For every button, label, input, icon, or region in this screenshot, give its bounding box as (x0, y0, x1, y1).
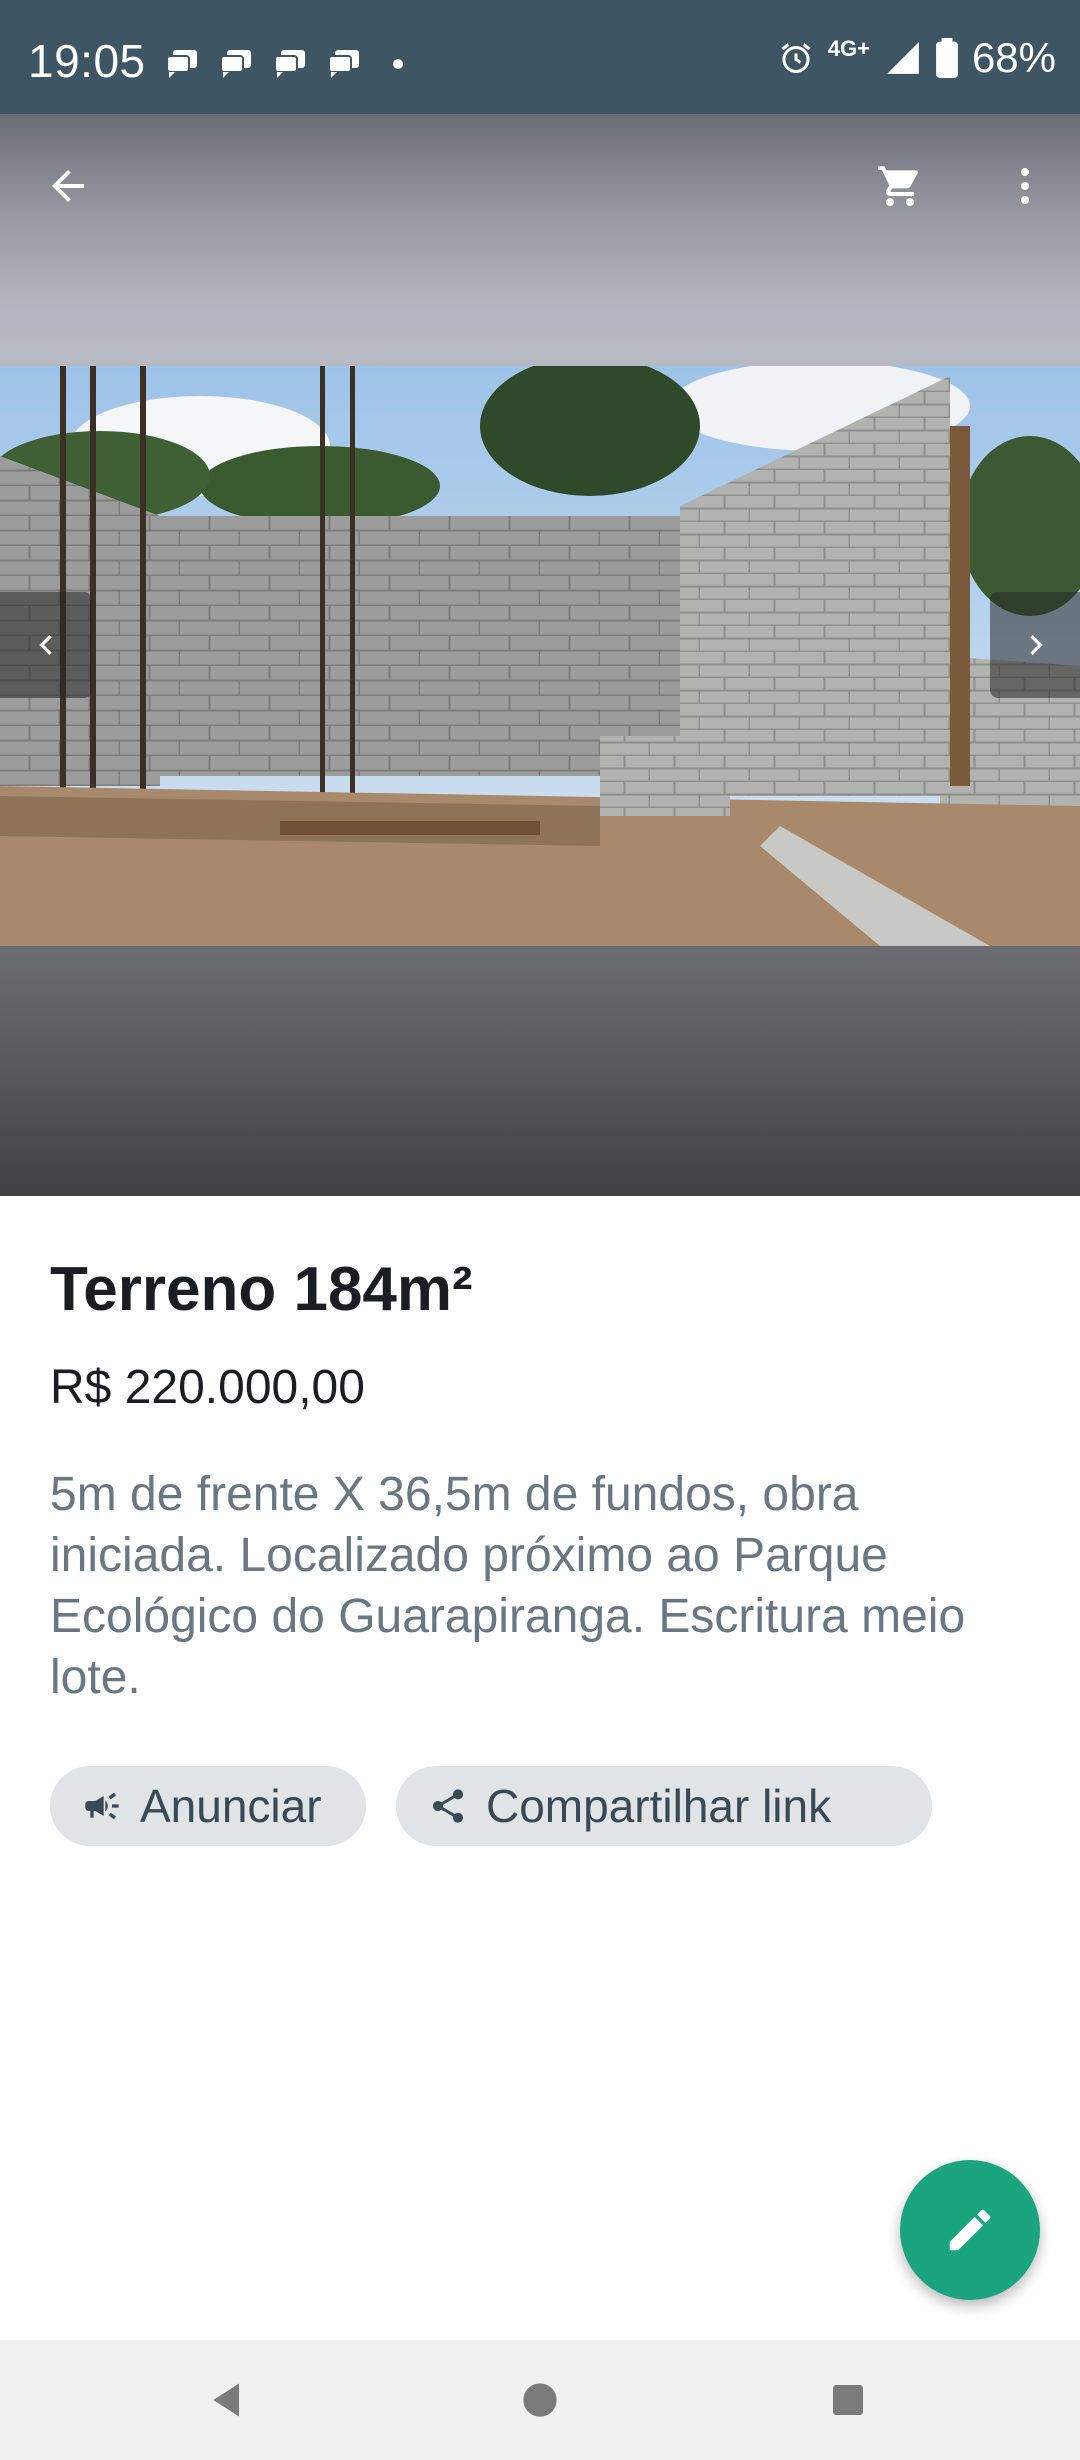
chevron-left-icon (39, 635, 52, 655)
message-notification-icon (274, 50, 305, 78)
share-link-button[interactable]: Compartilhar link (396, 1766, 932, 1846)
back-arrow-icon (52, 170, 84, 202)
notification-icons (165, 50, 403, 78)
square-recents-icon (833, 2385, 863, 2415)
battery-icon (936, 38, 958, 78)
more-notifications-dot (393, 59, 403, 69)
signal-icon (887, 42, 919, 74)
status-time: 19:05 (28, 35, 146, 87)
system-recents-button[interactable] (818, 2370, 878, 2430)
edit-pencil-icon (949, 2209, 991, 2251)
system-navigation-bar (0, 2340, 1080, 2460)
gallery-next-button[interactable] (990, 592, 1080, 698)
listing-title: Terreno 184m² (50, 1255, 473, 1324)
listing-price: R$ 220.000,00 (50, 1361, 365, 1414)
gallery-prev-button[interactable] (0, 592, 92, 698)
share-link-label: Compartilhar link (486, 1780, 832, 1832)
more-options-button[interactable] (985, 146, 1065, 226)
advertise-button[interactable]: Anunciar (50, 1766, 366, 1846)
status-indicators: 4G+ 68% (778, 34, 1056, 82)
shopping-cart-icon (878, 166, 918, 206)
chevron-right-icon (1030, 635, 1043, 655)
edit-fab[interactable] (900, 2160, 1040, 2300)
back-button[interactable] (28, 146, 108, 226)
advertise-label: Anunciar (140, 1780, 322, 1832)
system-home-button[interactable] (510, 2370, 570, 2430)
cart-button[interactable] (860, 146, 940, 226)
megaphone-icon (85, 1792, 119, 1820)
more-vert-icon (1021, 168, 1029, 204)
alarm-icon (781, 43, 811, 73)
listing-description: 5m de frente X 36,5m de fundos, obra ini… (50, 1468, 966, 1704)
share-icon (433, 1789, 463, 1823)
listing-photo[interactable] (0, 366, 1080, 946)
status-bar: 19:05 4G+ 68% (0, 0, 1080, 114)
battery-percentage: 68% (971, 34, 1056, 81)
network-type: 4G+ (827, 36, 870, 61)
message-notification-icon (220, 50, 251, 78)
image-gallery[interactable] (0, 114, 1080, 1196)
system-back-button[interactable] (198, 2370, 258, 2430)
circle-home-icon (523, 2383, 557, 2417)
triangle-back-icon (213, 2383, 239, 2417)
message-notification-icon (166, 50, 197, 78)
message-notification-icon (328, 50, 359, 78)
